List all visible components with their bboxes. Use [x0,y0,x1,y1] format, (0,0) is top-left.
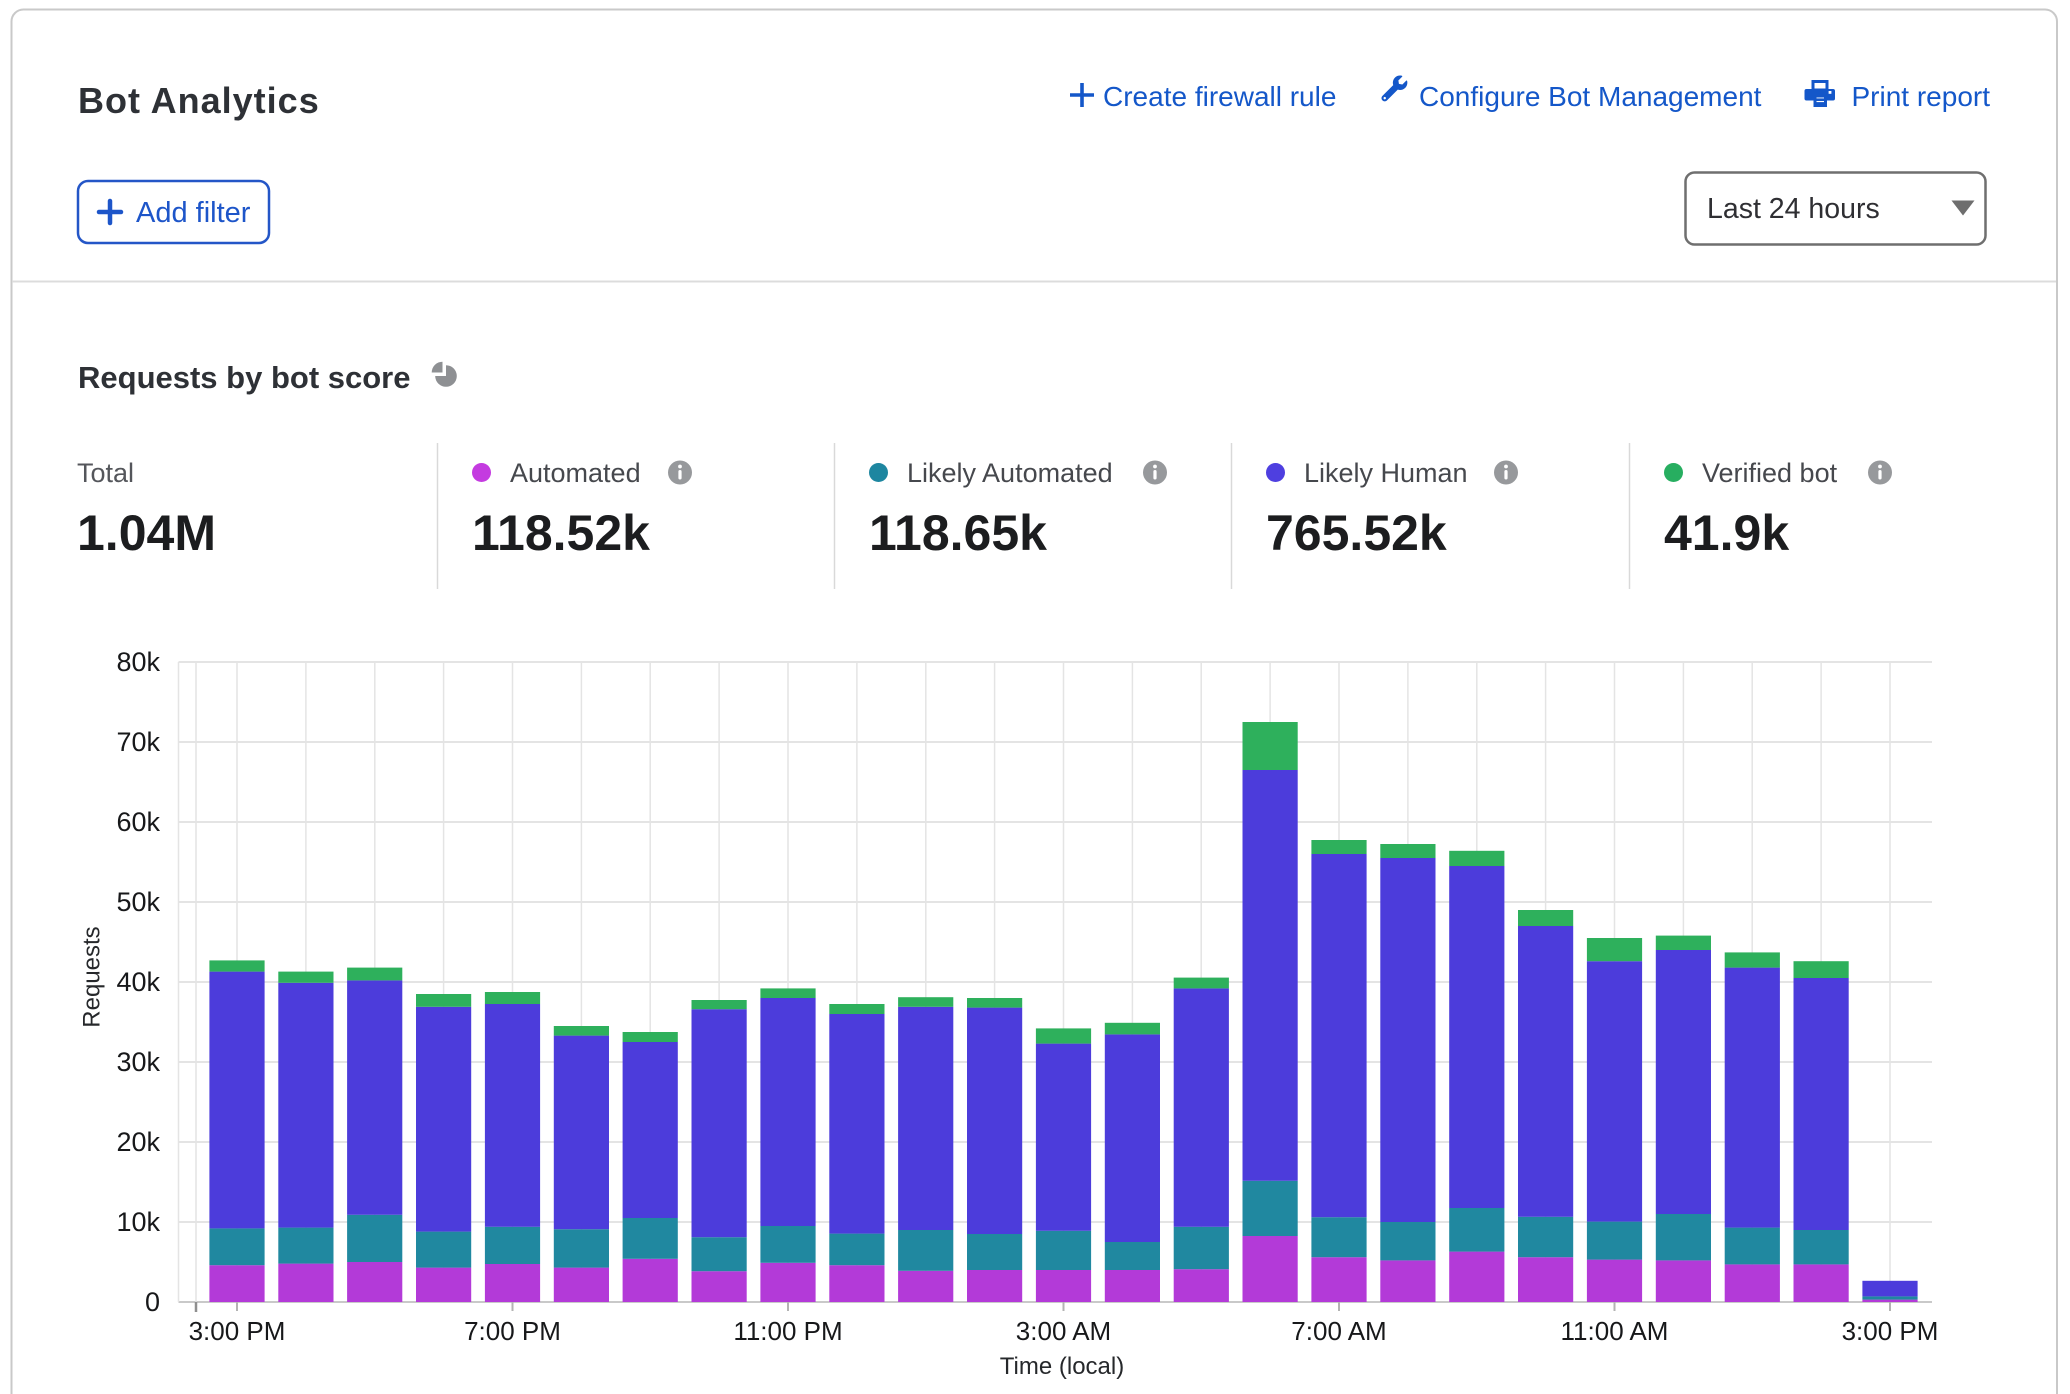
svg-text:30k: 30k [116,1047,160,1077]
svg-text:Bot Analytics: Bot Analytics [78,80,320,121]
svg-text:118.52k: 118.52k [472,505,650,561]
svg-text:70k: 70k [116,727,160,757]
svg-text:41.9k: 41.9k [1664,505,1789,561]
svg-text:3:00 AM: 3:00 AM [1016,1316,1111,1346]
svg-text:118.65k: 118.65k [869,505,1047,561]
svg-text:Requests: Requests [79,926,106,1027]
svg-text:40k: 40k [116,967,160,997]
svg-text:Print report: Print report [1852,81,1991,112]
svg-text:7:00 PM: 7:00 PM [464,1316,561,1346]
svg-text:3:00 PM: 3:00 PM [189,1316,286,1346]
svg-text:0: 0 [145,1287,160,1317]
svg-text:765.52k: 765.52k [1266,505,1447,561]
svg-text:1.04M: 1.04M [77,505,216,561]
svg-text:Total: Total [77,458,134,488]
svg-text:Likely Automated: Likely Automated [907,458,1113,488]
svg-text:80k: 80k [116,647,160,677]
svg-text:20k: 20k [116,1127,160,1157]
svg-text:3:00 PM: 3:00 PM [1842,1316,1939,1346]
svg-text:60k: 60k [116,807,160,837]
svg-text:Add filter: Add filter [136,197,251,229]
svg-text:11:00 PM: 11:00 PM [733,1316,842,1346]
svg-text:10k: 10k [116,1207,160,1237]
svg-text:Likely Human: Likely Human [1304,458,1468,488]
svg-text:Configure Bot Management: Configure Bot Management [1419,81,1762,112]
svg-text:Time (local): Time (local) [1000,1353,1124,1380]
svg-text:Last 24 hours: Last 24 hours [1707,193,1880,225]
svg-text:Verified bot: Verified bot [1702,458,1838,488]
svg-text:Create firewall rule: Create firewall rule [1103,81,1336,112]
svg-text:Automated: Automated [510,458,641,488]
svg-text:7:00 AM: 7:00 AM [1291,1316,1386,1346]
svg-text:Requests by bot score: Requests by bot score [78,360,410,395]
svg-text:11:00 AM: 11:00 AM [1561,1316,1669,1346]
svg-text:50k: 50k [116,887,160,917]
